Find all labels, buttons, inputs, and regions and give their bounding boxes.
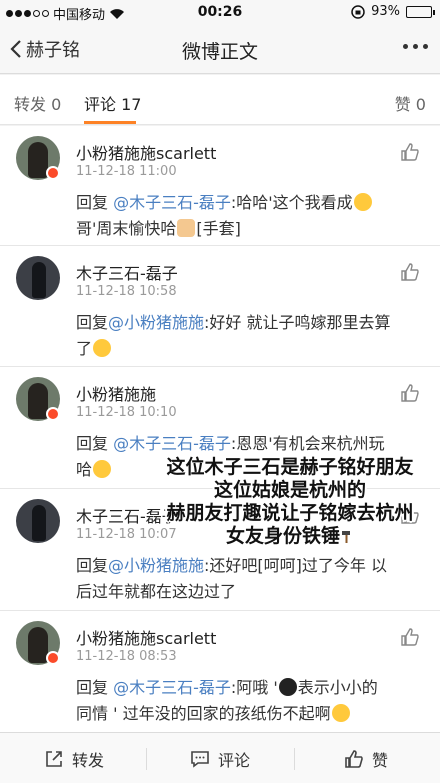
tab-active-indicator (84, 121, 136, 124)
reply-prefix: 回复 (76, 678, 114, 697)
thumbs-up-icon[interactable] (400, 505, 420, 525)
comment-button[interactable]: 评论 (190, 747, 250, 771)
comment-time: 11-12-18 11:00 (76, 164, 177, 179)
comment-line: :哈哈'这个我看成 (230, 193, 353, 212)
commenter-name[interactable]: 木子三石-磊子 (76, 503, 178, 527)
comment-line: :阿哦 ' (230, 678, 278, 697)
tab-comment[interactable]: 评论 17 (84, 91, 141, 115)
reply-prefix: 回复 (76, 193, 114, 212)
more-button[interactable] (403, 44, 428, 49)
comment-time: 11-12-18 10:10 (76, 405, 177, 420)
thumbs-up-icon[interactable] (400, 383, 420, 403)
thumbs-up-icon[interactable] (400, 142, 420, 162)
comment-item: 小粉猪施施scarlett 11-12-18 08:53 回复 @木子三石-磊子… (0, 611, 440, 732)
smile-emoji-icon (93, 339, 112, 357)
comment-line: 了 (76, 339, 93, 358)
comment-label: 评论 (218, 751, 251, 770)
verified-badge-icon (46, 407, 60, 421)
reply-prefix: 回复 (76, 434, 114, 453)
thinking-emoji-icon (353, 193, 372, 211)
bottom-action-bar: 转发 评论 赞 (0, 732, 440, 783)
comment-line: :恩恩'有机会来杭州玩 (230, 434, 385, 453)
like-button[interactable]: 赞 (344, 747, 388, 771)
mention-link[interactable]: @木子三石-磊子 (113, 678, 231, 697)
comment-line: 表示小小的 (297, 678, 378, 697)
comment-text: 回复 @木子三石-磊子:恩恩'有机会来杭州玩 哈 (76, 431, 424, 483)
thumbs-up-icon[interactable] (400, 262, 420, 282)
comment-text: 回复@小粉猪施施:还好吧[呵呵]过了今年 以 后过年就都在这边过了 (76, 553, 424, 605)
sad-emoji-icon (331, 704, 350, 722)
nav-bar: 赫子铭 微博正文 (0, 24, 440, 74)
like-label: 赞 (372, 751, 389, 770)
comment-text: 回复@小粉猪施施:好好 就让子鸣嫁那里去算 了 (76, 310, 424, 362)
comment-time: 11-12-18 10:07 (76, 527, 177, 542)
comment-time: 11-12-18 08:53 (76, 649, 177, 664)
divider (294, 748, 295, 770)
tab-repost[interactable]: 转发 0 (14, 91, 61, 115)
divider (146, 748, 147, 770)
rotation-lock-icon (351, 4, 365, 19)
avatar[interactable] (16, 256, 60, 300)
comment-line: :还好吧[呵呵]过了今年 以 (204, 556, 387, 575)
battery-percent: 93% (371, 4, 400, 19)
avatar[interactable] (16, 499, 60, 543)
battery-icon (406, 5, 435, 18)
victory-hand-emoji-icon (177, 219, 196, 237)
comment-time: 11-12-18 10:58 (76, 284, 177, 299)
emoji-tag: [手套] (196, 219, 241, 238)
thumbs-up-icon (345, 750, 363, 768)
comment-line: 哥'周末愉快哈 (76, 219, 177, 238)
comment-list[interactable]: 小粉猪施施scarlett 11-12-18 11:00 回复 @木子三石-磊子… (0, 126, 440, 732)
page-title: 微博正文 (181, 41, 258, 63)
repost-label: 转发 (72, 751, 105, 770)
reply-prefix: 回复 (76, 313, 109, 332)
reply-prefix: 回复 (76, 556, 109, 575)
comment-icon (191, 751, 209, 768)
verified-badge-icon (46, 651, 60, 665)
repost-button[interactable]: 转发 (44, 747, 104, 771)
commenter-name[interactable]: 木子三石-磊子 (76, 260, 178, 284)
mention-link[interactable]: @木子三石-磊子 (113, 193, 231, 212)
comment-line: 哈 (76, 460, 93, 479)
mention-link[interactable]: @小粉猪施施 (108, 556, 204, 575)
tab-like[interactable]: 赞 0 (395, 91, 426, 115)
verified-badge-icon (46, 166, 60, 180)
commenter-name[interactable]: 小粉猪施施scarlett (76, 140, 216, 164)
comment-item: 小粉猪施施 11-12-18 10:10 回复 @木子三石-磊子:恩恩'有机会来… (0, 367, 440, 489)
comment-item: 木子三石-磊子 11-12-18 10:07 回复@小粉猪施施:还好吧[呵呵]过… (0, 489, 440, 611)
comment-line: 同情 ' 过年没的回家的孩纸伤不起啊 (76, 704, 331, 723)
comment-line: 后过年就都在这边过了 (76, 582, 237, 601)
commenter-name[interactable]: 小粉猪施施scarlett (76, 625, 216, 649)
share-icon (46, 751, 62, 767)
tab-bar: 转发 0 评论 17 赞 0 (0, 75, 440, 125)
black-face-emoji-icon (278, 678, 297, 696)
commenter-name[interactable]: 小粉猪施施 (76, 381, 156, 405)
comment-text: 回复 @木子三石-磊子:阿哦 ' 表示小小的 同情 ' 过年没的回家的孩纸伤不起啊 (76, 675, 424, 727)
status-bar: 中国移动 00:26 93% (0, 0, 440, 24)
thumbs-up-icon[interactable] (400, 627, 420, 647)
status-right: 93% (351, 4, 435, 19)
comment-text: 回复 @木子三石-磊子:哈哈'这个我看成 哥'周末愉快哈 [手套] (76, 190, 424, 242)
comment-item: 木子三石-磊子 11-12-18 10:58 回复@小粉猪施施:好好 就让子鸣嫁… (0, 246, 440, 367)
comment-line: :好好 就让子鸣嫁那里去算 (204, 313, 391, 332)
grin-emoji-icon (93, 460, 112, 478)
comment-item: 小粉猪施施scarlett 11-12-18 11:00 回复 @木子三石-磊子… (0, 126, 440, 246)
mention-link[interactable]: @木子三石-磊子 (113, 434, 231, 453)
mention-link[interactable]: @小粉猪施施 (108, 313, 204, 332)
